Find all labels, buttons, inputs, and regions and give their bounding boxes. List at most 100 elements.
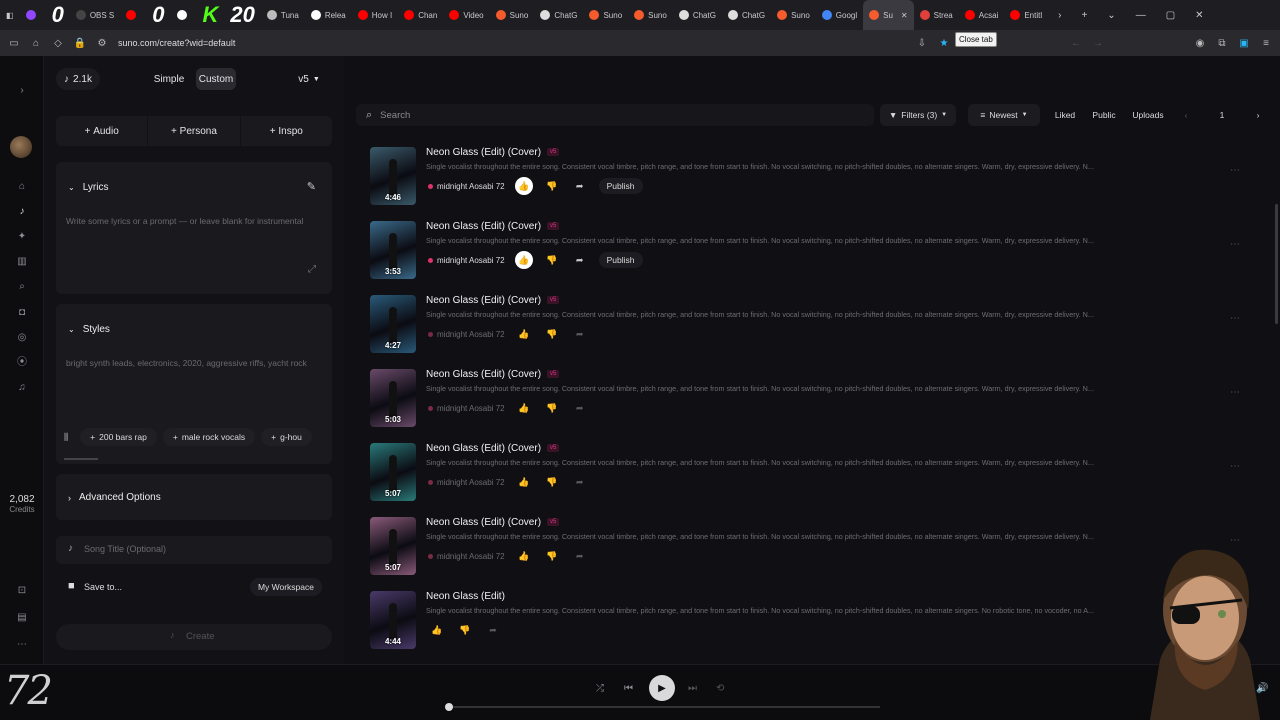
share-icon[interactable]: ➦ bbox=[571, 399, 589, 417]
share-icon[interactable]: ➦ bbox=[484, 621, 502, 639]
browser-tab[interactable]: K bbox=[197, 0, 225, 30]
site-settings-icon[interactable]: ⚙ bbox=[96, 37, 108, 49]
advanced-options[interactable]: › Advanced Options bbox=[56, 474, 332, 520]
play-button[interactable]: ▶ bbox=[649, 675, 675, 701]
share-icon[interactable]: ➦ bbox=[571, 251, 589, 269]
repeat-icon[interactable]: ⟲ bbox=[716, 683, 724, 694]
browser-tab[interactable]: 0 bbox=[146, 0, 170, 30]
more-icon[interactable]: ⋯ bbox=[15, 638, 29, 652]
style-chip[interactable]: + g-hou bbox=[261, 428, 312, 446]
song-row[interactable]: 3:53 Neon Glass (Edit) (Cover) v5 Single … bbox=[370, 221, 1270, 285]
search-input[interactable]: ⌕ Search bbox=[356, 104, 874, 126]
song-title[interactable]: Neon Glass (Edit) bbox=[426, 591, 505, 602]
browser-tab[interactable]: Suno bbox=[771, 0, 816, 30]
url-field[interactable]: suno.com/create?wid=default bbox=[118, 38, 906, 48]
thumbs-down-icon[interactable]: 👎 bbox=[543, 177, 561, 195]
song-title[interactable]: Neon Glass (Edit) (Cover) bbox=[426, 221, 541, 232]
song-artist[interactable]: midnight Aosabi 72 bbox=[428, 552, 505, 561]
shuffle-icon[interactable]: ⤮ bbox=[596, 683, 604, 694]
song-cover[interactable]: 3:53 bbox=[370, 221, 416, 279]
browser-tab[interactable]: Su ✕ bbox=[863, 0, 914, 30]
song-title[interactable]: Neon Glass (Edit) (Cover) bbox=[426, 517, 541, 528]
lock-icon[interactable]: 🔒 bbox=[74, 37, 86, 49]
more-options-icon[interactable]: ⋯ bbox=[1230, 461, 1240, 472]
song-title[interactable]: Neon Glass (Edit) (Cover) bbox=[426, 147, 541, 158]
browser-tab[interactable] bbox=[120, 0, 146, 30]
create-icon[interactable]: ♪ bbox=[15, 205, 29, 219]
expand-chevron-icon[interactable]: › bbox=[15, 84, 29, 98]
browser-tab[interactable]: Tuna bbox=[261, 0, 305, 30]
thumbs-down-icon[interactable]: 👎 bbox=[543, 399, 561, 417]
more-options-icon[interactable]: ⋯ bbox=[1230, 239, 1240, 250]
shield-icon[interactable]: ◇ bbox=[52, 37, 64, 49]
workspace-select[interactable]: My Workspace bbox=[249, 578, 322, 596]
style-chip[interactable]: + male rock vocals bbox=[162, 428, 256, 446]
song-cover[interactable]: 4:46 bbox=[370, 147, 416, 205]
thumbs-down-icon[interactable]: 👎 bbox=[543, 473, 561, 491]
browser-tab[interactable]: Strea bbox=[914, 0, 959, 30]
share-icon[interactable]: ➦ bbox=[571, 177, 589, 195]
browser-tab[interactable] bbox=[20, 0, 46, 30]
song-artist[interactable]: midnight Aosabi 72 bbox=[428, 182, 505, 191]
style-library-icon[interactable]: ⫼ bbox=[64, 432, 68, 443]
browser-tab[interactable]: 0 bbox=[46, 0, 70, 30]
browser-tab[interactable]: Googl bbox=[816, 0, 863, 30]
song-artist[interactable]: midnight Aosabi 72 bbox=[428, 256, 505, 265]
browser-tab[interactable]: Suno bbox=[583, 0, 628, 30]
more-options-icon[interactable]: ⋯ bbox=[1230, 387, 1240, 398]
radio-icon[interactable]: ⦿ bbox=[15, 356, 29, 370]
gift-icon[interactable]: ⊡ bbox=[15, 584, 29, 598]
add-inspo-button[interactable]: + Inspo bbox=[241, 116, 332, 146]
styles-header[interactable]: ⌄ Styles bbox=[68, 324, 110, 335]
prev-page-icon[interactable]: ‹ bbox=[1178, 104, 1194, 126]
public-filter[interactable]: Public bbox=[1088, 104, 1120, 126]
studio-icon[interactable]: ◘ bbox=[15, 306, 29, 320]
browser-tab[interactable] bbox=[171, 0, 197, 30]
thumbs-up-icon[interactable]: 👍 bbox=[515, 473, 533, 491]
add-audio-button[interactable]: + Audio bbox=[56, 116, 149, 146]
explore-icon[interactable]: ✦ bbox=[15, 230, 29, 244]
progress-knob[interactable] bbox=[445, 703, 453, 711]
browser-tab[interactable]: ChatG bbox=[673, 0, 722, 30]
song-artist[interactable]: midnight Aosabi 72 bbox=[428, 404, 505, 413]
share-icon[interactable]: ➦ bbox=[571, 547, 589, 565]
browser-tab[interactable]: Entitl bbox=[1004, 0, 1048, 30]
liked-filter[interactable]: Liked bbox=[1050, 104, 1080, 126]
home-icon[interactable]: ⌂ bbox=[30, 37, 42, 49]
lyrics-header[interactable]: ⌄ Lyrics bbox=[68, 182, 108, 193]
browser-tab[interactable]: ChatG bbox=[534, 0, 583, 30]
hooks-icon[interactable]: ◎ bbox=[15, 331, 29, 345]
song-title[interactable]: Neon Glass (Edit) (Cover) bbox=[426, 295, 541, 306]
song-cover[interactable]: 4:44 bbox=[370, 591, 416, 649]
add-persona-button[interactable]: + Persona bbox=[148, 116, 241, 146]
sidebar-toggle-icon[interactable]: ▭ bbox=[8, 37, 20, 49]
notifications-icon[interactable]: ♫ bbox=[15, 381, 29, 395]
thumbs-up-icon[interactable]: 👍 bbox=[428, 621, 446, 639]
song-cover[interactable]: 5:03 bbox=[370, 369, 416, 427]
extensions-icon[interactable]: ⧉ bbox=[1216, 37, 1228, 49]
browser-tab[interactable]: Suno bbox=[628, 0, 673, 30]
docs-icon[interactable]: ▤ bbox=[15, 611, 29, 625]
browser-tab[interactable]: Acsai bbox=[959, 0, 1005, 30]
song-title-input[interactable]: Song Title (Optional) bbox=[84, 544, 166, 554]
tab-list-icon[interactable]: ⌄ bbox=[1097, 0, 1125, 30]
publish-button[interactable]: Publish bbox=[598, 178, 643, 194]
home-icon[interactable]: ⌂ bbox=[15, 180, 29, 194]
song-row[interactable]: 5:03 Neon Glass (Edit) (Cover) v5 Single … bbox=[370, 369, 1270, 433]
browser-tab[interactable]: 20 bbox=[224, 0, 260, 30]
scrollbar[interactable] bbox=[1275, 204, 1278, 324]
expand-icon[interactable]: ⤢ bbox=[308, 264, 316, 275]
new-tab-icon[interactable]: + bbox=[1071, 0, 1097, 30]
mode-simple-tab[interactable]: Simple bbox=[150, 68, 188, 90]
thumbs-down-icon[interactable]: 👎 bbox=[543, 251, 561, 269]
song-row[interactable]: 4:46 Neon Glass (Edit) (Cover) v5 Single … bbox=[370, 147, 1270, 211]
share-icon[interactable]: ➦ bbox=[571, 325, 589, 343]
lyrics-input[interactable]: Write some lyrics or a prompt — or leave… bbox=[66, 216, 303, 226]
tab-scroll-icon[interactable]: › bbox=[1048, 0, 1071, 30]
song-title[interactable]: Neon Glass (Edit) (Cover) bbox=[426, 443, 541, 454]
styles-input[interactable]: bright synth leads, electronics, 2020, a… bbox=[66, 358, 307, 368]
browser-tab[interactable]: ChatG bbox=[722, 0, 771, 30]
thumbs-up-icon[interactable]: 👍 bbox=[514, 251, 533, 269]
previous-icon[interactable]: ⏮ bbox=[624, 683, 633, 694]
thumbs-up-icon[interactable]: 👍 bbox=[515, 399, 533, 417]
